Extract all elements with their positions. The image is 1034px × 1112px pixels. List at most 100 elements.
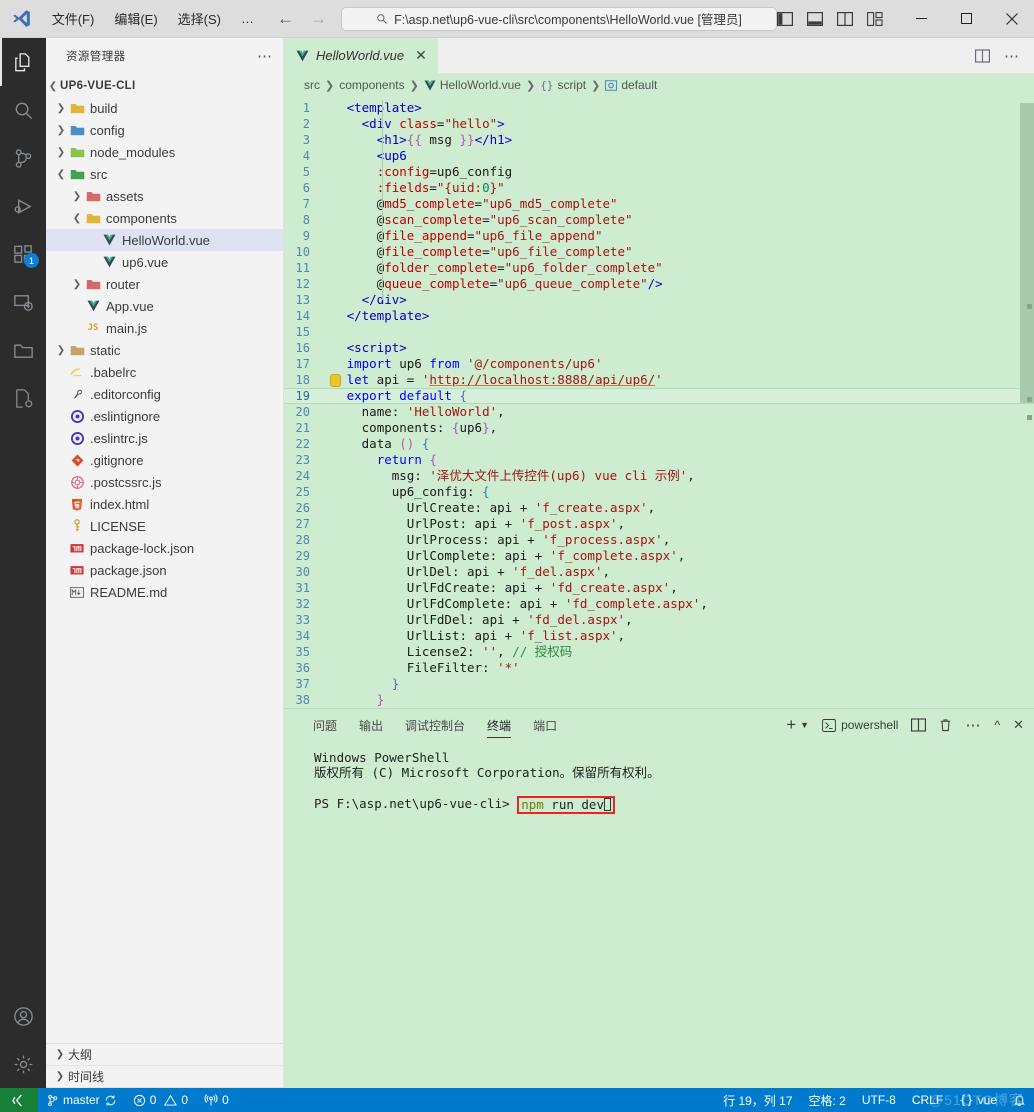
activity-item-accounts[interactable]	[0, 992, 46, 1040]
arrow-left-icon[interactable]: ←	[277, 10, 294, 27]
tree-item-components[interactable]: ❮components	[46, 207, 283, 229]
tree-root-up6-vue-cli[interactable]: ❮ UP6-VUE-CLI	[46, 75, 283, 97]
tree-item-eslintignore[interactable]: .eslintignore	[46, 405, 283, 427]
status-cursor-position[interactable]: 行 19，列 17	[715, 1088, 800, 1112]
menu-bar[interactable]: 文件(F) 编辑(E) 选择(S) …	[43, 5, 263, 32]
status-branch[interactable]: master	[38, 1088, 125, 1112]
chevron-right-icon[interactable]: ❯	[54, 125, 68, 136]
panel-actions[interactable]: + ▼ powershell	[786, 715, 1024, 735]
menu-item-selection[interactable]: 选择(S)	[169, 5, 230, 32]
code-line[interactable]: 34 UrlList: api + 'f_list.aspx',	[284, 628, 1034, 644]
tree-item-babelrc[interactable]: .babelrc	[46, 361, 283, 383]
code-line[interactable]: 38 }	[284, 692, 1034, 708]
code-line[interactable]: 29 UrlComplete: api + 'f_complete.aspx',	[284, 548, 1034, 564]
toggle-secondary-sidebar-icon[interactable]	[837, 12, 853, 26]
file-tree[interactable]: ❮ UP6-VUE-CLI ❯build❯config❯node_modules…	[46, 73, 283, 1043]
code-line[interactable]: 1 <template>	[284, 100, 1034, 116]
terminal-output[interactable]: Windows PowerShell 版权所有 (C) Microsoft Co…	[284, 741, 1034, 1088]
status-indentation[interactable]: 空格: 2	[801, 1088, 854, 1112]
code-line[interactable]: 30 UrlDel: api + 'f_del.aspx',	[284, 564, 1034, 580]
minimize-button[interactable]	[899, 0, 944, 38]
code-line[interactable]: 19 export default {	[284, 388, 1034, 404]
tree-item-main-js[interactable]: JSmain.js	[46, 317, 283, 339]
breadcrumb[interactable]: src ❯ components ❯ HelloWorld.vue ❯ {} s…	[284, 73, 1034, 97]
customize-layout-icon[interactable]	[867, 12, 883, 26]
close-icon[interactable]: ✕	[415, 47, 427, 64]
terminal-shell-selector[interactable]: powershell	[822, 718, 898, 732]
code-line[interactable]: 17 import up6 from '@/components/up6'	[284, 356, 1034, 372]
plus-icon[interactable]: +	[786, 715, 796, 735]
tree-item-editorconfig[interactable]: .editorconfig	[46, 383, 283, 405]
tree-item-src[interactable]: ❮src	[46, 163, 283, 185]
code-line[interactable]: 9 @file_append="up6_file_append"	[284, 228, 1034, 244]
code-line[interactable]: 6 :fields="{uid:0}"	[284, 180, 1034, 196]
code-line[interactable]: 25 up6_config: {	[284, 484, 1034, 500]
chevron-right-icon[interactable]: ❯	[54, 345, 68, 356]
chevron-down-icon[interactable]: ▼	[800, 720, 809, 730]
status-notifications[interactable]	[1005, 1088, 1034, 1112]
code-line[interactable]: 32 UrlFdComplete: api + 'fd_complete.asp…	[284, 596, 1034, 612]
code-line[interactable]: 20 name: 'HelloWorld',	[284, 404, 1034, 420]
breadcrumb-item-components[interactable]: components	[339, 78, 404, 92]
code-line[interactable]: 33 UrlFdDel: api + 'fd_del.aspx',	[284, 612, 1034, 628]
code-line[interactable]: 35 License2: '', // 授权码	[284, 644, 1034, 660]
code-line[interactable]: 4 <up6	[284, 148, 1034, 164]
breadcrumb-item-file[interactable]: HelloWorld.vue	[424, 78, 521, 92]
breadcrumb-item-script[interactable]: {} script	[540, 78, 586, 92]
arrow-right-icon[interactable]: →	[310, 10, 327, 27]
panel-tab-terminal[interactable]: 终端	[476, 709, 522, 741]
tab-helloworld-vue[interactable]: HelloWorld.vue ✕	[284, 38, 438, 73]
tree-item-assets[interactable]: ❯assets	[46, 185, 283, 207]
code-line[interactable]: 7 @md5_complete="up6_md5_complete"	[284, 196, 1034, 212]
close-icon[interactable]: ✕	[1013, 717, 1024, 733]
chevron-up-icon[interactable]: ^	[994, 718, 1000, 732]
chevron-right-icon[interactable]: ❯	[54, 103, 68, 114]
remote-indicator-icon[interactable]	[0, 1088, 38, 1112]
sidebar-section-timeline[interactable]: ❯ 时间线	[46, 1066, 283, 1088]
tree-item-config[interactable]: ❯config	[46, 119, 283, 141]
toggle-primary-sidebar-icon[interactable]	[777, 12, 793, 26]
status-problems[interactable]: 0 0	[125, 1088, 196, 1112]
code-line[interactable]: 27 UrlPost: api + 'f_post.aspx',	[284, 516, 1034, 532]
tree-item-helloworld-vue[interactable]: HelloWorld.vue	[46, 229, 283, 251]
chevron-right-icon[interactable]: ❯	[54, 147, 68, 158]
status-ports[interactable]: 0	[196, 1088, 237, 1112]
chevron-down-icon[interactable]: ❮	[70, 213, 84, 224]
panel-tab-debug-console[interactable]: 调试控制台	[394, 709, 476, 741]
menu-item-more[interactable]: …	[232, 7, 263, 30]
editor-actions[interactable]: ⋯	[975, 38, 1034, 73]
code-lines[interactable]: 1 <template>2 <div class="hello">3 <h1>{…	[284, 97, 1034, 708]
breadcrumb-item-src[interactable]: src	[304, 78, 320, 92]
panel-tab-problems[interactable]: 问题	[302, 709, 348, 741]
tree-item-index-html[interactable]: index.html	[46, 493, 283, 515]
status-eol[interactable]: CRLF	[904, 1088, 951, 1112]
tree-item-app-vue[interactable]: App.vue	[46, 295, 283, 317]
code-line[interactable]: 14 </template>	[284, 308, 1034, 324]
tree-item-gitignore[interactable]: .gitignore	[46, 449, 283, 471]
code-line[interactable]: 8 @scan_complete="up6_scan_complete"	[284, 212, 1034, 228]
code-line[interactable]: 26 UrlCreate: api + 'f_create.aspx',	[284, 500, 1034, 516]
panel-tab-output[interactable]: 输出	[348, 709, 394, 741]
tree-item-package-lock-json[interactable]: package-lock.json	[46, 537, 283, 559]
tree-item-postcssrc-js[interactable]: .postcssrc.js	[46, 471, 283, 493]
tree-item-build[interactable]: ❯build	[46, 97, 283, 119]
chevron-right-icon[interactable]: ❯	[70, 191, 84, 202]
sidebar-section-outline[interactable]: ❯ 大纲	[46, 1044, 283, 1066]
activity-item-settings[interactable]	[0, 1040, 46, 1088]
code-line[interactable]: 11 @folder_complete="up6_folder_complete…	[284, 260, 1034, 276]
tree-item-package-json[interactable]: package.json	[46, 559, 283, 581]
chevron-down-icon[interactable]: ❮	[46, 81, 60, 92]
code-line[interactable]: 15	[284, 324, 1034, 340]
breadcrumb-item-default[interactable]: default	[605, 78, 657, 92]
chevron-down-icon[interactable]: ❮	[54, 169, 68, 180]
split-terminal-icon[interactable]	[911, 718, 926, 732]
code-line[interactable]: 37 }	[284, 676, 1034, 692]
activity-item-extensions[interactable]: 1	[0, 230, 46, 278]
window-controls[interactable]	[899, 0, 1034, 38]
code-line[interactable]: 22 data () {	[284, 436, 1034, 452]
activity-item-explorer[interactable]	[0, 38, 46, 86]
code-line[interactable]: 16 <script>	[284, 340, 1034, 356]
code-editor[interactable]: 1 <template>2 <div class="hello">3 <h1>{…	[284, 97, 1034, 708]
more-actions-icon[interactable]: ⋯	[257, 47, 273, 65]
code-line[interactable]: 21 components: {up6},	[284, 420, 1034, 436]
